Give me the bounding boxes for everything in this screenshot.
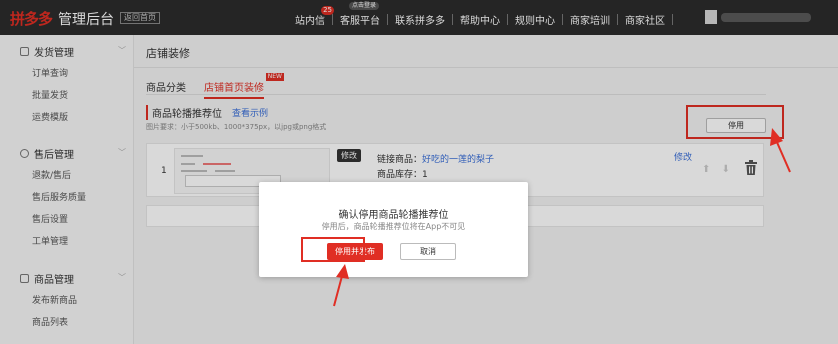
confirm-dialog: 确认停用商品轮播推荐位 停用后，商品轮播推荐位将在App不可见 停用并发布 取消 [259,182,528,277]
annotation-highlight-confirm [301,237,365,262]
dialog-title: 确认停用商品轮播推荐位 [338,210,449,221]
cancel-button[interactable]: 取消 [400,243,456,260]
dialog-message: 停用后，商品轮播推荐位将在App不可见 [321,222,466,231]
modal-overlay [0,0,838,344]
